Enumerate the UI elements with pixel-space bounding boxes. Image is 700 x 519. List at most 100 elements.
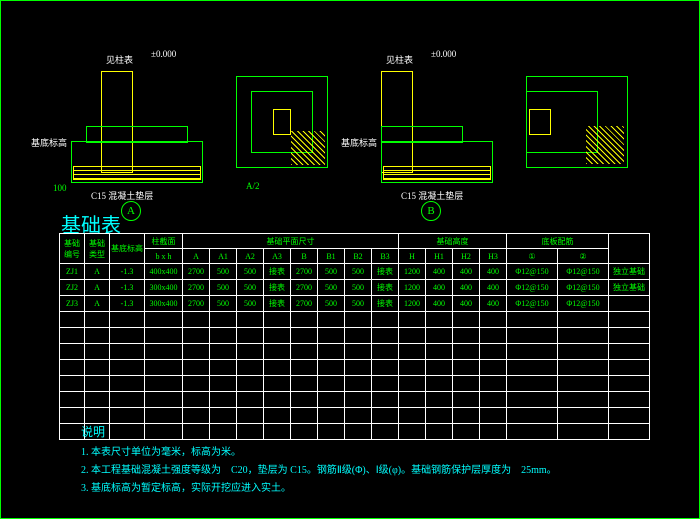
th-a2: A2 bbox=[237, 249, 264, 264]
cell-a2: 500 bbox=[237, 264, 264, 280]
cell-h1: 400 bbox=[426, 280, 453, 296]
cell-h3 bbox=[480, 392, 507, 408]
cell-no bbox=[60, 392, 85, 408]
cell-no bbox=[60, 360, 85, 376]
th-col: 柱截面 bbox=[145, 234, 183, 249]
cell-h2 bbox=[453, 328, 480, 344]
cell-r2: Φ12@150 bbox=[558, 264, 609, 280]
cell-b bbox=[291, 312, 318, 328]
cell-b3 bbox=[372, 360, 399, 376]
table-row bbox=[60, 392, 650, 408]
cell-b3 bbox=[372, 392, 399, 408]
cell-a1 bbox=[210, 344, 237, 360]
cell-h: 1200 bbox=[399, 280, 426, 296]
cell-r2 bbox=[558, 360, 609, 376]
cell-r1: Φ12@150 bbox=[507, 264, 558, 280]
plan-a-col bbox=[273, 109, 291, 135]
cell-a1 bbox=[210, 408, 237, 424]
cell-b1 bbox=[318, 408, 345, 424]
cell-a1 bbox=[210, 312, 237, 328]
cell-elev: -1.3 bbox=[110, 296, 145, 312]
cell-rm bbox=[609, 408, 650, 424]
cell-r1 bbox=[507, 312, 558, 328]
cell-type: A bbox=[85, 296, 110, 312]
cell-a bbox=[183, 376, 210, 392]
th-h3: H3 bbox=[480, 249, 507, 264]
th-a: A bbox=[183, 249, 210, 264]
cell-b1 bbox=[318, 344, 345, 360]
table-row bbox=[60, 360, 650, 376]
cell-h bbox=[399, 376, 426, 392]
cell-b1: 500 bbox=[318, 280, 345, 296]
table-row: ZJ3A-1.3300x4002700500500接表2700500500接表1… bbox=[60, 296, 650, 312]
table-row bbox=[60, 376, 650, 392]
cell-elev bbox=[110, 312, 145, 328]
cell-h bbox=[399, 392, 426, 408]
cell-b2 bbox=[345, 376, 372, 392]
cell-type bbox=[85, 344, 110, 360]
cell-b1 bbox=[318, 360, 345, 376]
base-elev-a: 基底标高 bbox=[31, 136, 67, 149]
cell-rm bbox=[609, 376, 650, 392]
cell-h3 bbox=[480, 344, 507, 360]
cell-a bbox=[183, 392, 210, 408]
elev-a: ±0.000 bbox=[151, 49, 176, 59]
cell-elev bbox=[110, 392, 145, 408]
col-label-b: 见柱表 bbox=[386, 53, 413, 66]
th-bxh: b x h bbox=[145, 249, 183, 264]
cell-a bbox=[183, 344, 210, 360]
th-r2: ② bbox=[558, 249, 609, 264]
cell-h: 1200 bbox=[399, 264, 426, 280]
base-elev-b: 基底标高 bbox=[341, 136, 377, 149]
cell-b2: 500 bbox=[345, 296, 372, 312]
cell-h3: 400 bbox=[480, 280, 507, 296]
cell-b1: 500 bbox=[318, 264, 345, 280]
cell-h2 bbox=[453, 344, 480, 360]
cell-h1 bbox=[426, 392, 453, 408]
cell-a: 2700 bbox=[183, 280, 210, 296]
cell-a bbox=[183, 328, 210, 344]
cell-h2 bbox=[453, 392, 480, 408]
cell-a2 bbox=[237, 312, 264, 328]
cell-r2 bbox=[558, 376, 609, 392]
cell-type bbox=[85, 360, 110, 376]
table-row bbox=[60, 344, 650, 360]
cell-b3 bbox=[372, 408, 399, 424]
table-body: ZJ1A-1.3400x4002700500500接表2700500500接表1… bbox=[60, 264, 650, 440]
cell-rm bbox=[609, 328, 650, 344]
cell-no: ZJ2 bbox=[60, 280, 85, 296]
table-row: ZJ1A-1.3400x4002700500500接表2700500500接表1… bbox=[60, 264, 650, 280]
cell-b3 bbox=[372, 312, 399, 328]
cell-elev: -1.3 bbox=[110, 264, 145, 280]
notes: 说明 1. 本表尺寸单位为毫米，标高为米。 2. 本工程基础混凝土强度等级为 C… bbox=[81, 422, 557, 498]
cell-b1 bbox=[318, 392, 345, 408]
cell-r2 bbox=[558, 392, 609, 408]
cell-elev bbox=[110, 344, 145, 360]
plan-a-hatch bbox=[291, 131, 325, 165]
cell-rm: 独立基础 bbox=[609, 280, 650, 296]
cell-b2 bbox=[345, 408, 372, 424]
plan-b-hatch bbox=[586, 126, 624, 164]
th-h1: H1 bbox=[426, 249, 453, 264]
cell-a2 bbox=[237, 328, 264, 344]
cell-a3 bbox=[264, 392, 291, 408]
cell-elev bbox=[110, 328, 145, 344]
cell-type: A bbox=[85, 280, 110, 296]
cell-b bbox=[291, 408, 318, 424]
cell-elev: -1.3 bbox=[110, 280, 145, 296]
cell-r1 bbox=[507, 344, 558, 360]
cell-h bbox=[399, 344, 426, 360]
cell-a2 bbox=[237, 392, 264, 408]
cell-rm bbox=[609, 344, 650, 360]
cell-a3 bbox=[264, 408, 291, 424]
cell-h1 bbox=[426, 360, 453, 376]
rebar-a bbox=[73, 166, 201, 180]
cell-type bbox=[85, 312, 110, 328]
cell-b1 bbox=[318, 376, 345, 392]
cell-a: 2700 bbox=[183, 264, 210, 280]
plan-b-col bbox=[529, 109, 551, 135]
cell-b3: 接表 bbox=[372, 280, 399, 296]
cell-type bbox=[85, 392, 110, 408]
cell-col: 300x400 bbox=[145, 280, 183, 296]
table-row: ZJ2A-1.3300x4002700500500接表2700500500接表1… bbox=[60, 280, 650, 296]
